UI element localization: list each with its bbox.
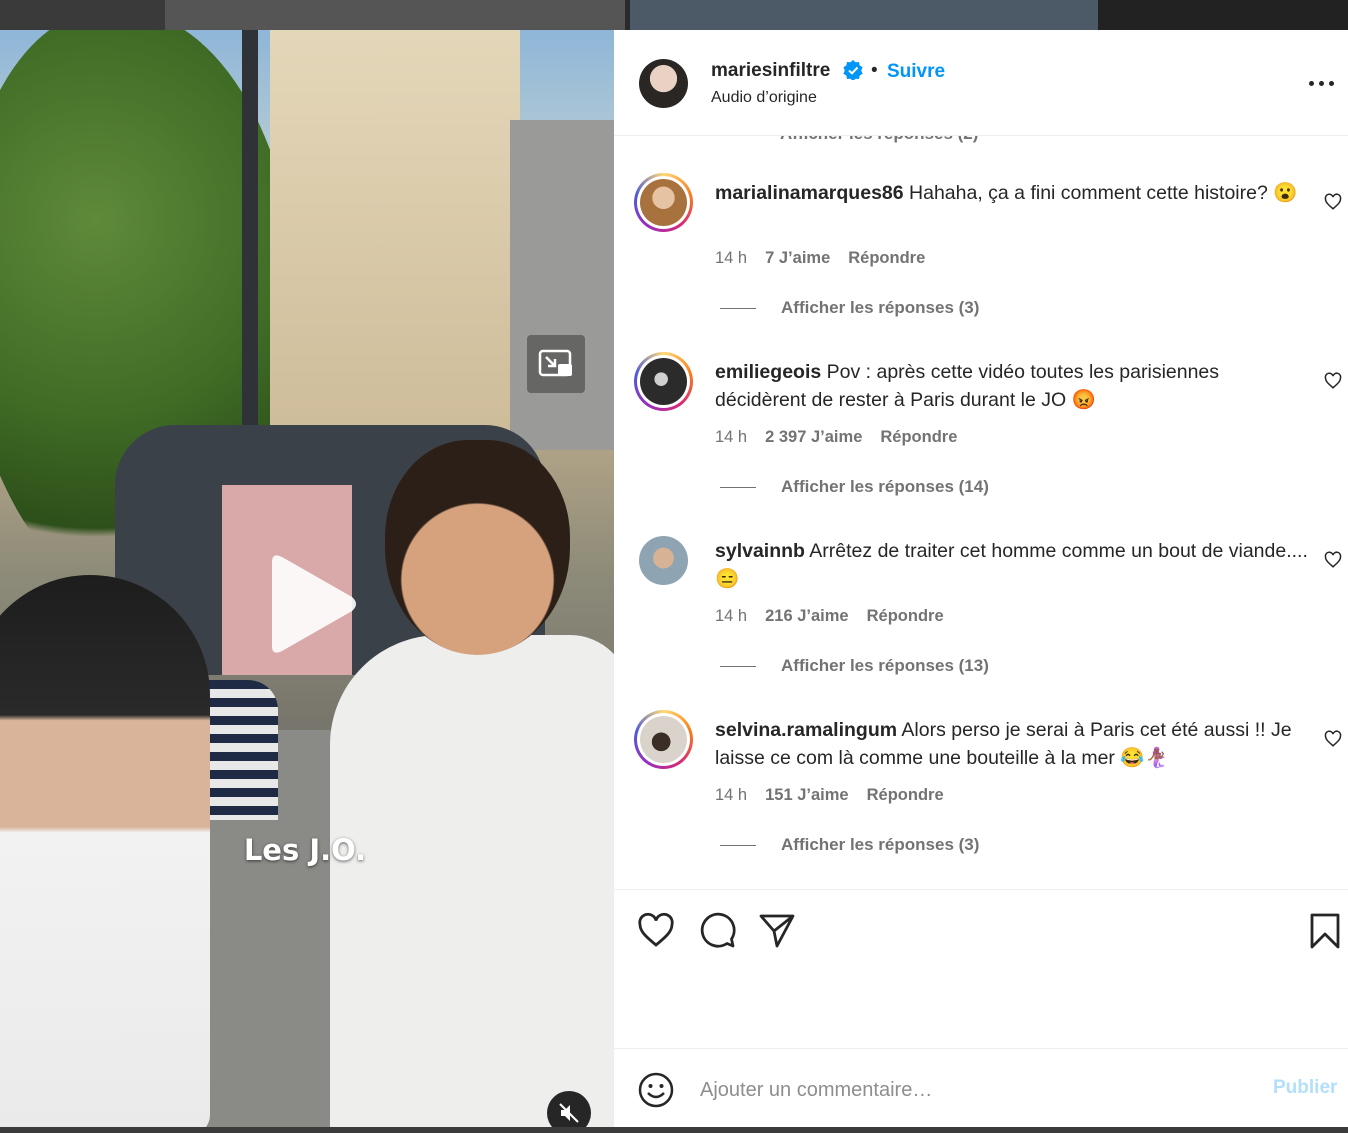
comment-item: sylvainnb Arrêtez de traiter cet homme c… — [614, 531, 1348, 710]
commenter-avatar — [640, 179, 687, 226]
author-avatar[interactable] — [639, 59, 688, 108]
heart-icon[interactable] — [1324, 193, 1342, 211]
comment-time[interactable]: 14 h — [715, 428, 747, 447]
story-ring[interactable] — [634, 352, 693, 411]
view-replies-label: Afficher les réponses (13) — [781, 656, 989, 675]
reel-video[interactable]: Les J.O. — [0, 30, 614, 1127]
paper-plane-icon[interactable] — [758, 912, 796, 950]
comment-bubble-icon[interactable] — [698, 912, 736, 950]
comment-time[interactable]: 14 h — [715, 607, 747, 626]
speaker-muted-icon — [559, 1103, 579, 1123]
heart-icon[interactable] — [1324, 730, 1342, 748]
heart-icon[interactable] — [1324, 551, 1342, 569]
comment-likes[interactable]: 151 J’aime — [765, 786, 848, 805]
reply-button[interactable]: Répondre — [880, 428, 957, 447]
comment-meta: 14 h 151 J’aime Répondre — [715, 786, 944, 805]
comment-likes[interactable]: 2 397 J’aime — [765, 428, 862, 447]
heart-icon[interactable] — [637, 912, 675, 950]
story-ring[interactable] — [634, 710, 693, 769]
verified-badge-icon — [843, 60, 863, 80]
reply-button[interactable]: Répondre — [867, 607, 944, 626]
comment-time[interactable]: 14 h — [715, 249, 747, 268]
post-details-panel: mariesinfiltre • Suivre Audio d’origine … — [614, 30, 1348, 1127]
view-replies-link[interactable]: Afficher les réponses (13) — [720, 656, 989, 676]
emoji-icon[interactable] — [638, 1072, 674, 1108]
comment-input[interactable] — [700, 1075, 1240, 1105]
comments-list: Afficher les réponses (2) marialinamarqu… — [614, 136, 1348, 889]
header-separator: • — [871, 60, 878, 81]
commenter-avatar — [640, 358, 687, 405]
picture-in-picture-button[interactable] — [527, 335, 585, 393]
comment-meta: 14 h 216 J’aime Répondre — [715, 607, 944, 626]
heart-icon[interactable] — [1324, 372, 1342, 390]
commenter-avatar[interactable] — [639, 536, 688, 585]
picture-in-picture-icon — [538, 349, 572, 377]
reply-button[interactable]: Répondre — [848, 249, 925, 268]
commenter-username[interactable]: sylvainnb — [715, 540, 805, 562]
comment-meta: 14 h 7 J’aime Répondre — [715, 249, 925, 268]
comment-time[interactable]: 14 h — [715, 786, 747, 805]
play-icon[interactable] — [264, 552, 360, 656]
bookmark-icon[interactable] — [1306, 912, 1344, 950]
comment-item: emiliegeois Pov : après cette vidéo tout… — [614, 352, 1348, 531]
comment-likes[interactable]: 216 J’aime — [765, 607, 848, 626]
post-header: mariesinfiltre • Suivre Audio d’origine — [614, 30, 1348, 136]
audio-link[interactable]: Audio d’origine — [711, 89, 817, 107]
commenter-avatar — [640, 716, 687, 763]
more-options-icon[interactable] — [1307, 72, 1337, 92]
comment-meta: 14 h 2 397 J’aime Répondre — [715, 428, 957, 447]
video-caption: Les J.O. — [243, 833, 367, 867]
background-feed-bottom — [0, 1127, 1348, 1133]
add-comment-bar: Publier — [614, 1048, 1348, 1127]
story-ring[interactable] — [634, 173, 693, 232]
comment-text: Hahaha, ça a fini comment cette histoire… — [909, 182, 1298, 204]
mute-button[interactable] — [547, 1091, 591, 1127]
comment-item: selvina.ramalingum Alors perso je serai … — [614, 710, 1348, 889]
commenter-username[interactable]: selvina.ramalingum — [715, 719, 897, 741]
commenter-username[interactable]: marialinamarques86 — [715, 182, 904, 204]
reply-button[interactable]: Répondre — [867, 786, 944, 805]
view-replies-label: Afficher les réponses (3) — [781, 835, 980, 854]
publish-button[interactable]: Publier — [1273, 1077, 1337, 1099]
view-replies-link[interactable]: Afficher les réponses (3) — [720, 835, 979, 855]
commenter-username[interactable]: emiliegeois — [715, 361, 821, 383]
comment-item: marialinamarques86 Hahaha, ça a fini com… — [614, 173, 1348, 352]
author-username[interactable]: mariesinfiltre — [711, 60, 830, 82]
comment-likes[interactable]: 7 J’aime — [765, 249, 830, 268]
follow-button[interactable]: Suivre — [887, 61, 945, 83]
post-actions-bar — [614, 889, 1348, 1049]
view-replies-label: Afficher les réponses (3) — [781, 298, 980, 317]
view-replies-link[interactable]: Afficher les réponses (3) — [720, 298, 979, 318]
background-feed — [0, 0, 1348, 30]
view-replies-link[interactable]: Afficher les réponses (2) — [780, 136, 978, 144]
view-replies-label: Afficher les réponses (14) — [781, 477, 989, 496]
view-replies-link[interactable]: Afficher les réponses (14) — [720, 477, 989, 497]
